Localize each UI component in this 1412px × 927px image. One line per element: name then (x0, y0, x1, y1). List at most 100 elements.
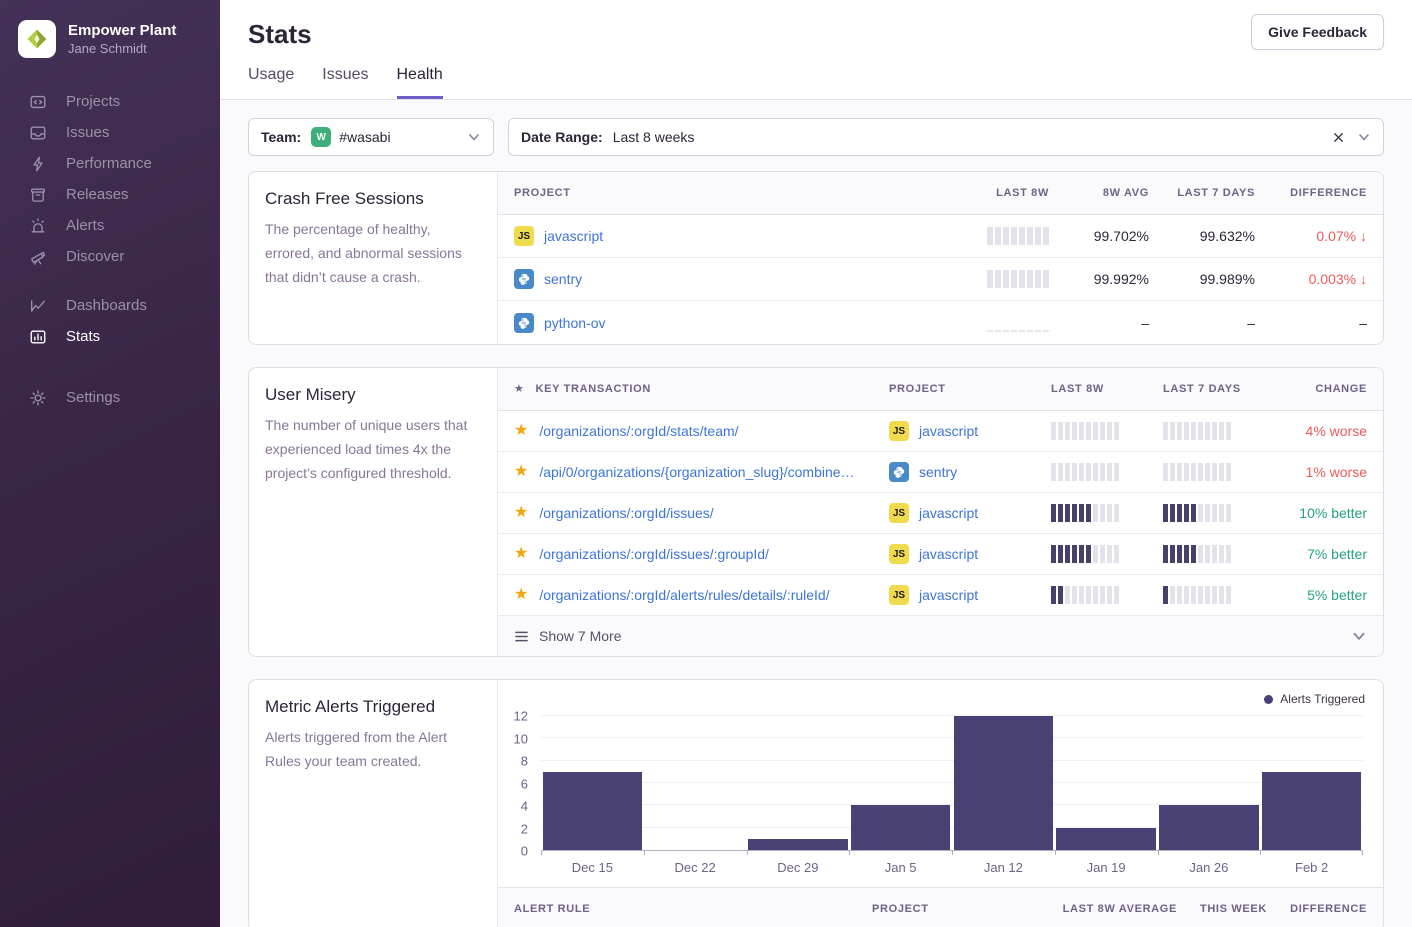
star-icon: ★ (514, 381, 525, 397)
health-content: Team: W #wasabi Date Range: Last 8 weeks… (220, 100, 1412, 927)
transaction-link[interactable]: /organizations/:orgId/alerts/rules/detai… (539, 587, 829, 603)
org-info: Empower Plant Jane Schmidt (68, 22, 176, 57)
project-link[interactable]: sentry (544, 271, 582, 287)
tab-usage[interactable]: Usage (248, 66, 294, 99)
give-feedback-button[interactable]: Give Feedback (1251, 14, 1384, 50)
sidebar-item-dashboards[interactable]: Dashboards (0, 290, 220, 321)
org-switcher[interactable]: Empower Plant Jane Schmidt (0, 0, 220, 72)
table-header: Project Last 8w 8w Avg Last 7 Days Diffe… (498, 172, 1383, 215)
org-name: Empower Plant (68, 22, 176, 40)
chevron-down-icon (1351, 628, 1367, 644)
transaction-link[interactable]: /organizations/:orgId/issues/:groupId/ (539, 546, 769, 562)
sparkline (1163, 545, 1231, 563)
crash-free-sessions-panel: Crash Free Sessions The percentage of he… (248, 171, 1384, 345)
key-transaction-star-icon[interactable]: ★ (514, 587, 528, 603)
panel-text: The number of unique users that experien… (265, 413, 481, 485)
performance-icon (28, 154, 48, 174)
chart-bar-slot (1260, 716, 1363, 850)
chart-bar-slot (1055, 716, 1158, 850)
project-link[interactable]: javascript (919, 587, 978, 603)
javascript-platform-icon: JS (889, 421, 909, 441)
user-misery-table: ★Key Transaction Project Last 8w Last 7 … (498, 368, 1383, 656)
date-range-label: Date Range: (521, 129, 603, 145)
show-more-button[interactable]: Show 7 More (498, 616, 1383, 656)
tab-issues[interactable]: Issues (322, 66, 368, 99)
releases-icon (28, 185, 48, 205)
panel-title: Crash Free Sessions (265, 189, 481, 209)
chart-bar-slot (849, 716, 952, 850)
chart-bar (954, 716, 1054, 850)
dashboards-icon (28, 296, 48, 316)
chevron-down-icon (1357, 130, 1371, 144)
org-logo-icon (18, 20, 56, 58)
sidebar-item-performance[interactable]: Performance (0, 148, 220, 179)
sparkline (1163, 463, 1231, 481)
python-platform-icon (514, 313, 534, 333)
chart-plot (541, 716, 1363, 851)
chart-bar (748, 839, 848, 850)
chart-x-axis: Dec 15Dec 22Dec 29Jan 5Jan 12Jan 19Jan 2… (541, 860, 1363, 875)
user-misery-panel: User Misery The number of unique users t… (248, 367, 1384, 657)
sparkline (987, 227, 1049, 245)
project-link[interactable]: javascript (919, 505, 978, 521)
key-transaction-star-icon[interactable]: ★ (514, 546, 528, 562)
chart-y-axis: 024681012 (498, 716, 535, 851)
team-avatar: W (311, 127, 331, 147)
key-transaction-star-icon[interactable]: ★ (514, 423, 528, 439)
clear-date-icon[interactable] (1332, 131, 1345, 144)
panel-text: Alerts triggered from the Alert Rules yo… (265, 725, 481, 773)
table-row: ★ /organizations/:orgId/alerts/rules/deta… (498, 575, 1383, 616)
crash-free-table: Project Last 8w 8w Avg Last 7 Days Diffe… (498, 172, 1383, 344)
panel-title: User Misery (265, 385, 481, 405)
alerts-icon (28, 216, 48, 236)
javascript-platform-icon: JS (889, 544, 909, 564)
legend-dot-icon (1264, 695, 1273, 704)
python-platform-icon (514, 269, 534, 289)
team-value: #wasabi (339, 129, 390, 145)
crash-free-description: Crash Free Sessions The percentage of he… (249, 172, 498, 344)
sparkline (1051, 504, 1119, 522)
project-link[interactable]: python-ov (544, 315, 605, 331)
javascript-platform-icon: JS (889, 585, 909, 605)
chart-bar-slot (541, 716, 644, 850)
transaction-link[interactable]: /organizations/:orgId/issues/ (539, 505, 713, 521)
transaction-link[interactable]: /api/0/organizations/{organization_slug}… (539, 464, 854, 480)
date-range-select[interactable]: Date Range: Last 8 weeks (508, 118, 1384, 156)
project-link[interactable]: sentry (919, 464, 957, 480)
chevron-down-icon (467, 130, 481, 144)
sidebar-item-stats[interactable]: Stats (0, 321, 220, 352)
sidebar-item-releases[interactable]: Releases (0, 179, 220, 210)
settings-icon (28, 388, 48, 408)
table-row: ★/organizations/:orgId/issues/ JSjavascr… (498, 493, 1383, 534)
table-row: sentry 99.992% 99.989% 0.003% ↓ (498, 258, 1383, 301)
sidebar-item-settings[interactable]: Settings (0, 382, 220, 413)
sparkline (1163, 504, 1231, 522)
project-link[interactable]: javascript (919, 423, 978, 439)
team-select[interactable]: Team: W #wasabi (248, 118, 494, 156)
chart-legend[interactable]: Alerts Triggered (1264, 692, 1365, 706)
chart-bar-slot (952, 716, 1055, 850)
sidebar-item-discover[interactable]: Discover (0, 241, 220, 272)
key-transaction-star-icon[interactable]: ★ (514, 505, 528, 521)
page-header: Stats Give Feedback Usage Issues Health (220, 0, 1412, 100)
sidebar-item-projects[interactable]: Projects (0, 86, 220, 117)
nav-divider (0, 352, 220, 382)
project-link[interactable]: javascript (919, 546, 978, 562)
table-row: ★/organizations/:orgId/issues/:groupId/ … (498, 534, 1383, 575)
main-content: Stats Give Feedback Usage Issues Health … (220, 0, 1412, 927)
metric-alerts-description: Metric Alerts Triggered Alerts triggered… (249, 680, 498, 927)
transaction-link[interactable]: /organizations/:orgId/stats/team/ (539, 423, 738, 439)
page-title: Stats (248, 14, 312, 50)
chart-bar-slot (644, 716, 747, 850)
project-link[interactable]: javascript (544, 228, 603, 244)
sparkline (1163, 586, 1231, 604)
chart-bar-slot (1158, 716, 1261, 850)
chart-bar-slot (747, 716, 850, 850)
filter-bar: Team: W #wasabi Date Range: Last 8 weeks (248, 118, 1384, 156)
sidebar-item-alerts[interactable]: Alerts (0, 210, 220, 241)
table-row: JSjavascript 99.702% 99.632% 0.07% ↓ (498, 215, 1383, 258)
tab-health[interactable]: Health (397, 66, 443, 99)
sidebar-item-issues[interactable]: Issues (0, 117, 220, 148)
key-transaction-star-icon[interactable]: ★ (514, 464, 528, 480)
javascript-platform-icon: JS (514, 226, 534, 246)
